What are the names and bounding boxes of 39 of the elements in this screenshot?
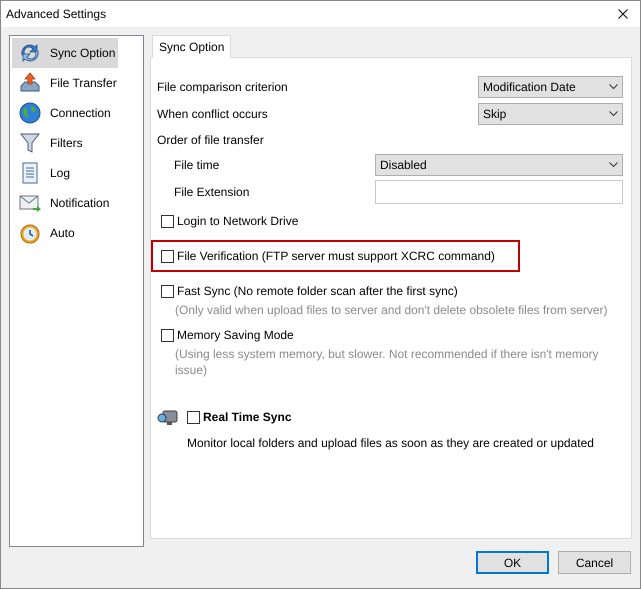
sidebar-item[interactable]: Auto (12, 218, 118, 248)
checkbox[interactable] (187, 410, 200, 424)
option-label: Fast Sync (No remote folder scan after the first sync) (177, 283, 458, 300)
dropdown[interactable]: Disabled (375, 154, 623, 176)
option-note: (Using less system memory, but slower. Not recommended if there isn't memory issue) (174, 346, 600, 378)
option-label: Memory Saving Mode (177, 327, 294, 344)
option-label: Login to Network Drive (177, 213, 298, 230)
dropdown[interactable]: Modification Date (478, 76, 623, 98)
caret-icon (609, 84, 618, 90)
dialog-button[interactable]: OK (476, 551, 549, 574)
option-label: Real Time Sync (203, 409, 292, 426)
sidebar-item[interactable]: Notification (12, 188, 118, 218)
sidebar-item[interactable]: Filters (12, 128, 118, 158)
option-label: File Verification (FTP server must support XCRC command) (177, 248, 495, 265)
checkbox[interactable] (161, 284, 174, 298)
field-label: File Extension (174, 184, 250, 201)
checkbox[interactable] (161, 214, 174, 228)
checkbox[interactable] (161, 328, 174, 342)
sidebar-item[interactable]: File Transfer (12, 68, 118, 98)
window-title: Advanced Settings (6, 6, 106, 23)
option-note: (Only valid when upload files to server and don't delete obsolete files from server) (174, 302, 609, 318)
checkbox[interactable] (161, 250, 174, 262)
section-label: Order of file transfer (157, 132, 265, 149)
globe-icon (18, 101, 42, 125)
dialog-button[interactable]: Cancel (558, 551, 631, 574)
sidebar-item[interactable]: Log (12, 158, 118, 188)
sidebar-item[interactable]: Sync Option (12, 38, 118, 68)
tab[interactable]: Sync Option (152, 35, 232, 58)
field-label: File time (174, 157, 220, 174)
caret-icon (609, 162, 618, 168)
input-field[interactable] (375, 180, 623, 204)
funnel-icon (18, 131, 42, 155)
dropdown[interactable]: Skip (478, 103, 623, 125)
close-icon[interactable] (618, 9, 628, 19)
caret-icon (609, 111, 618, 117)
option-description: Monitor local folders and upload files as soon as they are created or updated (186, 435, 595, 452)
field-label: File comparison criterion (157, 79, 288, 96)
sidebar-item[interactable]: Connection (12, 98, 118, 128)
field-label: When conflict occurs (157, 106, 268, 123)
